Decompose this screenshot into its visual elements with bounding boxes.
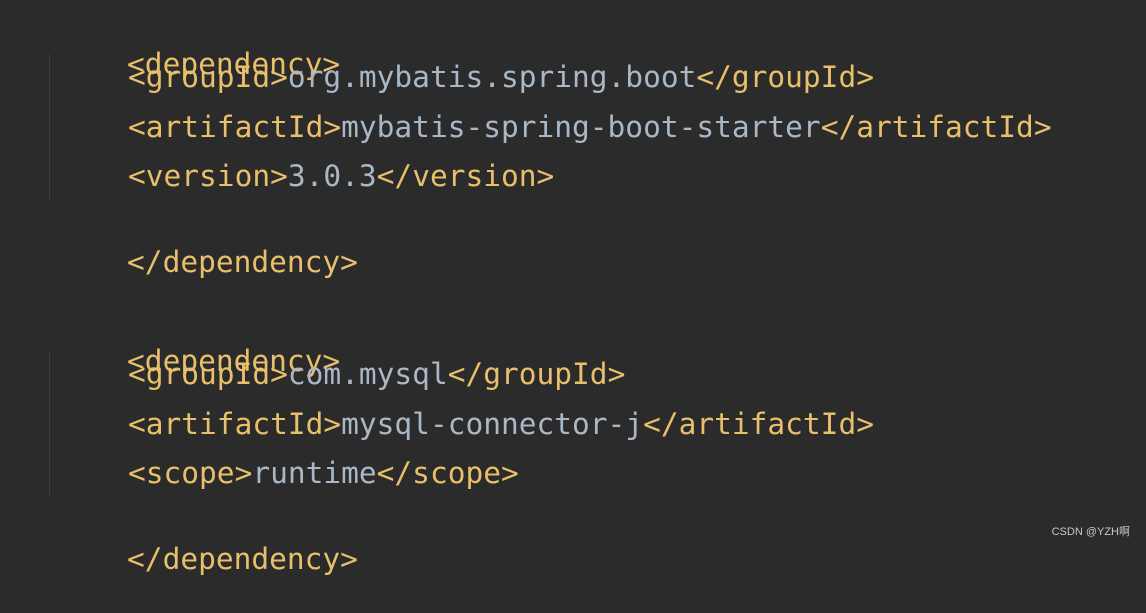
code-line-dependency-close[interactable]: </dependency> [56, 505, 358, 576]
xml-tag: </groupId> [447, 357, 626, 391]
code-line-dependency-close[interactable]: </dependency> [56, 208, 358, 279]
code-line-version[interactable]: <version>3.0.3</version> [128, 158, 554, 194]
xml-tag: </scope> [376, 456, 519, 490]
xml-tag: <groupId> [128, 60, 288, 94]
xml-value: org.mybatis.spring.boot [287, 60, 697, 94]
code-line-artifactid[interactable]: <artifactId>mysql-connector-j</artifactI… [128, 406, 874, 442]
xml-value: 3.0.3 [287, 159, 377, 193]
xml-value: mysql-connector-j [341, 407, 644, 441]
xml-tag: <version> [128, 159, 288, 193]
code-line-dependency-open[interactable]: <dependency> [56, 307, 340, 378]
code-line-groupid[interactable]: <groupId>com.mysql</groupId> [128, 356, 625, 392]
xml-tag: <artifactId> [128, 407, 342, 441]
xml-tag: </artifactId> [820, 110, 1052, 144]
xml-value: mybatis-spring-boot-starter [341, 110, 821, 144]
indent-guide [49, 54, 50, 200]
xml-tag: </dependency> [127, 542, 358, 576]
watermark: CSDN @YZH啊 [1051, 526, 1130, 538]
xml-value: com.mysql [287, 357, 448, 391]
xml-tag: </artifactId> [643, 407, 874, 441]
xml-tag: </groupId> [696, 60, 874, 94]
code-line-artifactid[interactable]: <artifactId>mybatis-spring-boot-starter<… [128, 109, 1052, 145]
xml-tag: </version> [376, 159, 555, 193]
xml-tag: <groupId> [128, 357, 288, 391]
code-line-groupid[interactable]: <groupId>org.mybatis.spring.boot</groupI… [128, 59, 874, 95]
code-line-dependency-open[interactable]: <dependency> [56, 10, 340, 81]
xml-tag: </dependency> [127, 245, 358, 279]
xml-tag: <scope> [128, 456, 253, 490]
indent-guide [49, 351, 50, 497]
xml-value: runtime [252, 456, 377, 490]
xml-tag: <artifactId> [128, 110, 342, 144]
code-line-scope[interactable]: <scope>runtime</scope> [128, 455, 519, 491]
code-editor[interactable]: <dependency> <groupId>org.mybatis.spring… [0, 0, 1146, 576]
